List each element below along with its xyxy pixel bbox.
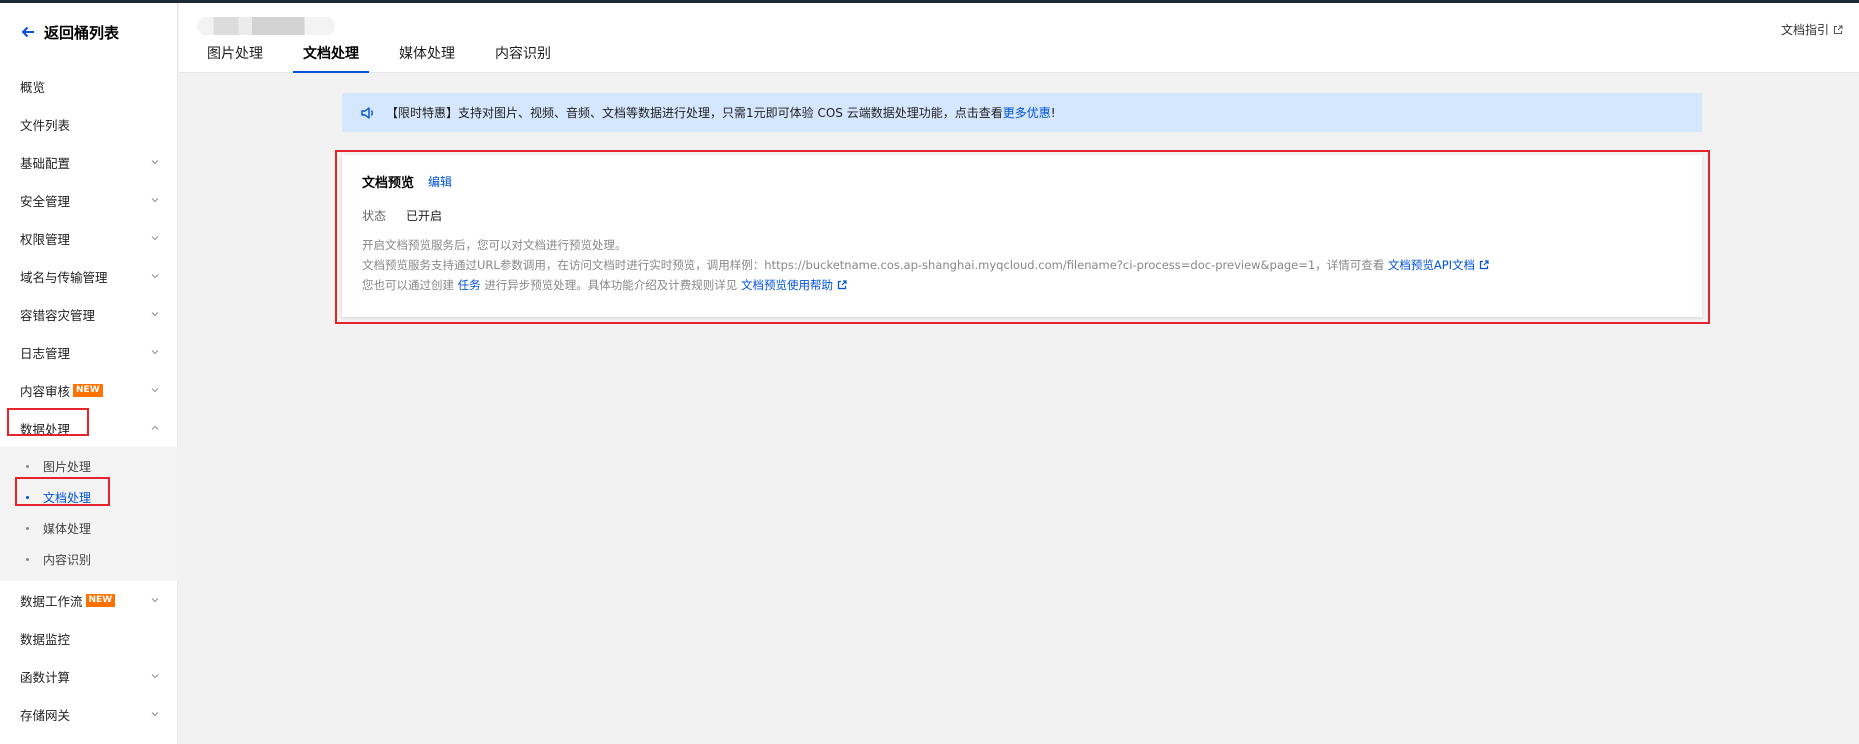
chevron-down-icon — [151, 598, 159, 603]
chevron-down-icon — [151, 312, 159, 317]
sidebar-item-label: 日志管理 — [20, 345, 71, 361]
sidebar-item-label: 数据监控 — [20, 631, 71, 647]
sidebar-item-domain-transfer[interactable]: 域名与传输管理 — [0, 257, 178, 295]
bucket-name-redacted — [197, 17, 335, 35]
banner-text: 【限时特惠】支持对图片、视频、音频、文档等数据进行处理，只需1元即可体验 COS… — [386, 106, 1003, 120]
desc-line-2-text: 文档预览服务支持通过URL参数调用，在访问文档时进行实时预览，调用样例：http… — [362, 258, 1385, 272]
chevron-down-icon — [151, 236, 159, 241]
sidebar-item-label: 数据工作流 — [20, 593, 83, 609]
desc-line-3-prefix: 您也可以通过创建 — [362, 278, 454, 292]
sidebar-item-label: 函数计算 — [20, 669, 71, 685]
sidebar-subitem-label: 文档处理 — [43, 491, 92, 505]
sidebar-subitem-label: 图片处理 — [43, 460, 92, 474]
chevron-down-icon — [151, 350, 159, 355]
sidebar-item-label: 存储网关 — [20, 707, 71, 723]
sidebar-item-data-monitoring[interactable]: 数据监控 — [0, 619, 178, 657]
new-badge: NEW — [85, 593, 116, 607]
sidebar-item-label: 文件列表 — [20, 117, 71, 133]
chevron-down-icon — [151, 388, 159, 393]
tab-document-processing[interactable]: 文档处理 — [293, 43, 369, 73]
processing-tabs: 图片处理 文档处理 媒体处理 内容识别 — [197, 43, 581, 73]
bullet-dot-icon — [26, 527, 29, 530]
chevron-down-icon — [151, 160, 159, 165]
doc-guide-link[interactable]: 文档指引 — [1781, 21, 1843, 38]
desc-line-3-mid: 进行异步预览处理。具体功能介绍及计费规则详见 — [484, 278, 738, 292]
sidebar-item-label: 基础配置 — [20, 155, 71, 171]
sidebar-item-label: 数据处理 — [20, 421, 71, 437]
sidebar-item-file-list[interactable]: 文件列表 — [0, 105, 178, 143]
desc-line-3: 您也可以通过创建 任务 进行异步预览处理。具体功能介绍及计费规则详见 文档预览使… — [362, 275, 1489, 295]
sidebar-item-logs[interactable]: 日志管理 — [0, 333, 178, 371]
sidebar-item-overview[interactable]: 概览 — [0, 67, 178, 105]
sidebar-item-label: 内容审核 — [20, 383, 71, 399]
more-offers-link[interactable]: 更多优惠 — [1003, 104, 1051, 121]
external-link-icon — [837, 280, 847, 290]
desc-line-1: 开启文档预览服务后，您可以对文档进行预览处理。 — [362, 238, 627, 252]
chevron-down-icon — [151, 198, 159, 203]
back-label: 返回桶列表 — [44, 23, 120, 42]
sidebar-item-label: 安全管理 — [20, 193, 71, 209]
external-link-icon — [1479, 260, 1489, 270]
sidebar-item-data-processing[interactable]: 数据处理 — [0, 409, 178, 447]
card-title: 文档预览 — [362, 176, 415, 191]
sidebar-subitem-image-processing[interactable]: 图片处理 — [0, 451, 178, 482]
new-badge: NEW — [73, 383, 103, 397]
tab-image-processing[interactable]: 图片处理 — [197, 43, 273, 73]
status-value: 已开启 — [406, 209, 443, 223]
doc-guide-label: 文档指引 — [1780, 23, 1829, 37]
document-preview-card: 文档预览 编辑 状态 已开启 开启文档预览服务后，您可以对文档进行预览处理。 文… — [342, 155, 1702, 317]
bullet-dot-icon — [26, 558, 29, 561]
sidebar-item-storage-gateway[interactable]: 存储网关 — [0, 695, 178, 733]
sidebar-item-label: 权限管理 — [20, 231, 71, 247]
sidebar-item-label: 容错容灾管理 — [20, 307, 96, 323]
task-link[interactable]: 任务 — [458, 278, 481, 292]
sidebar-item-disaster-recovery[interactable]: 容错容灾管理 — [0, 295, 178, 333]
banner-suffix: ! — [1050, 105, 1056, 120]
back-to-bucket-list-button[interactable]: 返回桶列表 — [20, 21, 119, 43]
sidebar-item-function-compute[interactable]: 函数计算 — [0, 657, 178, 695]
page-header: 图片处理 文档处理 媒体处理 内容识别 文档指引 — [179, 3, 1859, 73]
sidebar-subitem-label: 媒体处理 — [43, 522, 92, 536]
sidebar-subitem-label: 内容识别 — [43, 553, 92, 567]
sidebar-item-security[interactable]: 安全管理 — [0, 181, 178, 219]
sidebar-item-permissions[interactable]: 权限管理 — [0, 219, 178, 257]
sidebar-subitem-document-processing[interactable]: 文档处理 — [0, 482, 178, 513]
sidebar: 返回桶列表 概览 文件列表 基础配置 安全管理 权限管理 域名与传输管理 容错容… — [0, 3, 178, 744]
sidebar-item-content-moderation[interactable]: 内容审核 NEW — [0, 371, 178, 409]
sidebar-item-data-workflow[interactable]: 数据工作流 NEW — [0, 581, 178, 619]
bullet-dot-icon — [26, 496, 29, 499]
data-processing-submenu: 图片处理 文档处理 媒体处理 内容识别 — [0, 447, 178, 581]
speaker-icon — [361, 106, 373, 119]
sidebar-item-basic-config[interactable]: 基础配置 — [0, 143, 178, 181]
tab-media-processing[interactable]: 媒体处理 — [389, 43, 465, 73]
chevron-up-icon — [151, 425, 159, 430]
external-link-icon — [1834, 25, 1843, 34]
chevron-down-icon — [151, 712, 159, 717]
bullet-dot-icon — [26, 465, 29, 468]
usage-help-link[interactable]: 文档预览使用帮助 — [741, 278, 833, 292]
sidebar-nav: 概览 文件列表 基础配置 安全管理 权限管理 域名与传输管理 容错容灾管理 日志… — [0, 67, 178, 733]
edit-button[interactable]: 编辑 — [428, 173, 452, 190]
card-header: 文档预览 编辑 — [362, 172, 452, 191]
api-doc-link[interactable]: 文档预览API文档 — [1388, 258, 1475, 272]
sidebar-item-label: 域名与传输管理 — [20, 269, 108, 285]
arrow-left-icon — [21, 26, 34, 38]
desc-line-2: 文档预览服务支持通过URL参数调用，在访问文档时进行实时预览，调用样例：http… — [362, 255, 1489, 275]
status-row: 状态 已开启 — [362, 207, 442, 224]
tab-content-recognition[interactable]: 内容识别 — [485, 43, 561, 73]
card-description: 开启文档预览服务后，您可以对文档进行预览处理。 文档预览服务支持通过URL参数调… — [362, 235, 1489, 295]
chevron-down-icon — [151, 674, 159, 679]
sidebar-subitem-content-recognition[interactable]: 内容识别 — [0, 544, 178, 575]
sidebar-subitem-media-processing[interactable]: 媒体处理 — [0, 513, 178, 544]
promo-banner: 【限时特惠】支持对图片、视频、音频、文档等数据进行处理，只需1元即可体验 COS… — [342, 93, 1702, 132]
status-label: 状态 — [362, 209, 387, 223]
sidebar-item-label: 概览 — [20, 79, 46, 95]
chevron-down-icon — [151, 274, 159, 279]
